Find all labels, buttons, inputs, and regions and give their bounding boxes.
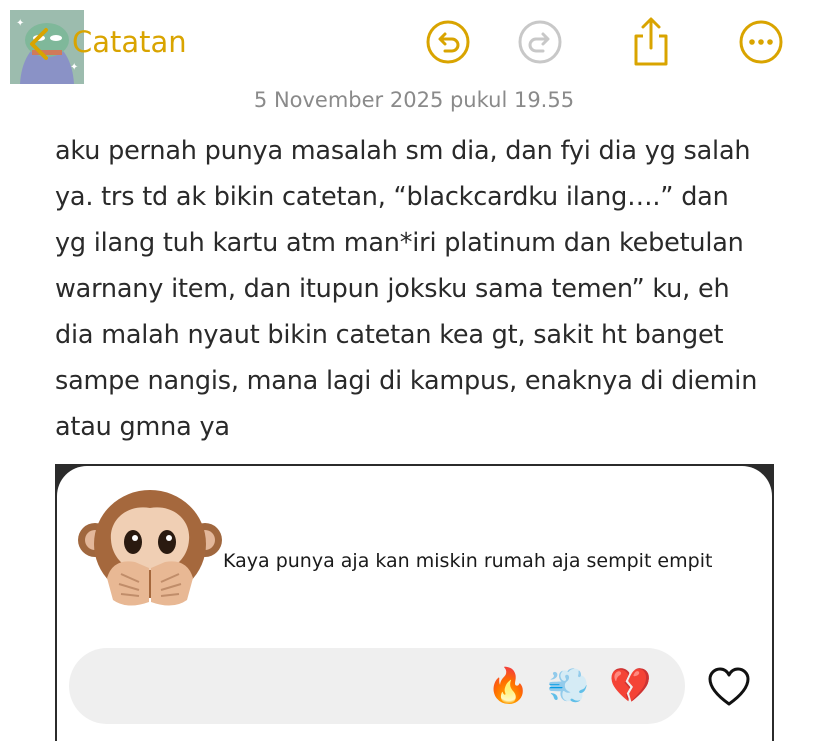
note-body[interactable]: aku pernah punya masalah sm dia, dan fyi… xyxy=(55,128,795,450)
reply-input[interactable]: 🔥 💨 💔 xyxy=(69,648,685,724)
back-button-label[interactable]: Catatan xyxy=(72,25,187,59)
note-date: 5 November 2025 pukul 19.55 xyxy=(253,88,575,112)
svg-text:✦: ✦ xyxy=(70,62,78,73)
back-chevron-icon[interactable] xyxy=(20,24,60,64)
share-button[interactable] xyxy=(627,16,675,66)
undo-button[interactable] xyxy=(424,18,472,66)
dash-emoji[interactable]: 💨 xyxy=(547,664,589,708)
broken-heart-emoji[interactable]: 💔 xyxy=(609,664,651,708)
note-card: Kaya punya aja kan miskin rumah aja semp… xyxy=(57,466,772,741)
fire-emoji[interactable]: 🔥 xyxy=(487,664,529,708)
share-icon xyxy=(634,17,668,66)
redo-button[interactable] xyxy=(516,18,564,66)
more-icon xyxy=(739,20,783,64)
more-button[interactable] xyxy=(737,18,785,66)
heart-outline-icon[interactable] xyxy=(707,666,751,710)
quoted-note-text: Kaya punya aja kan miskin rumah aja semp… xyxy=(223,550,713,572)
redo-icon xyxy=(518,20,562,64)
speak-no-evil-monkey-emoji xyxy=(77,478,223,624)
undo-icon xyxy=(426,20,470,64)
attached-screenshot[interactable]: Kaya punya aja kan miskin rumah aja semp… xyxy=(55,464,774,741)
